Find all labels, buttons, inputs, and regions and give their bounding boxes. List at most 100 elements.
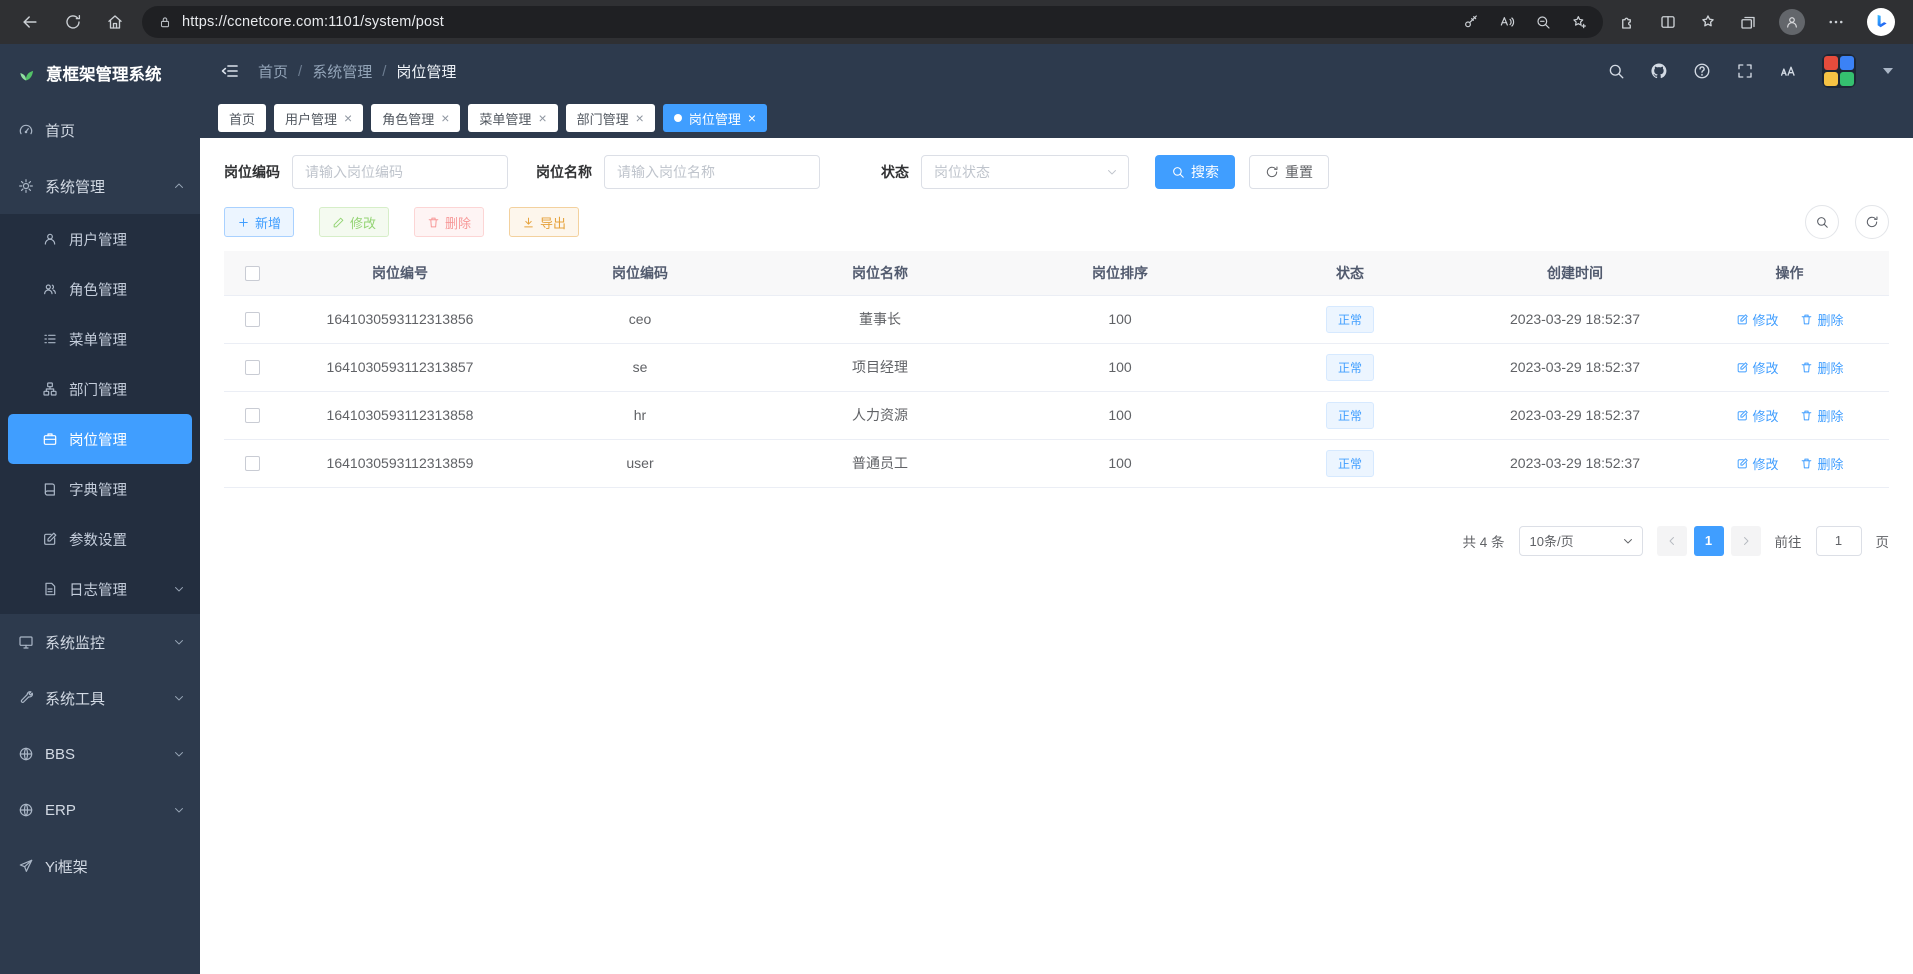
sidebar-item-param-settings[interactable]: 参数设置: [0, 514, 200, 564]
sidebar-item-user-management[interactable]: 用户管理: [0, 214, 200, 264]
delete-button[interactable]: 删除: [414, 207, 484, 237]
page-number-button[interactable]: 1: [1694, 526, 1724, 556]
row-edit-label: 修改: [1753, 310, 1779, 329]
row-delete-link[interactable]: 删除: [1800, 358, 1843, 377]
row-delete-label: 删除: [1817, 358, 1843, 377]
row-delete-link[interactable]: 删除: [1800, 406, 1843, 425]
home-icon[interactable]: [106, 13, 124, 31]
status-badge: 正常: [1326, 306, 1374, 333]
tab-home[interactable]: 首页: [218, 104, 266, 132]
row-delete-label: 删除: [1817, 454, 1843, 473]
close-icon[interactable]: ×: [748, 111, 756, 125]
sidebar-item-dept-management[interactable]: 部门管理: [0, 364, 200, 414]
row-checkbox[interactable]: [245, 408, 260, 423]
column-post-name: 岗位名称: [760, 251, 1000, 295]
split-screen-icon[interactable]: [1659, 13, 1677, 31]
bing-copilot-icon[interactable]: [1867, 8, 1895, 36]
sidebar-item-yi-framework[interactable]: Yi框架: [0, 838, 200, 894]
tab-role-management[interactable]: 角色管理×: [371, 104, 460, 132]
reset-button[interactable]: 重置: [1249, 155, 1329, 189]
read-aloud-icon[interactable]: [1499, 14, 1515, 30]
column-post-id: 岗位编号: [280, 251, 520, 295]
chevron-down-icon: [1622, 535, 1634, 547]
refresh-icon[interactable]: [64, 13, 82, 31]
post-name-input[interactable]: [604, 155, 820, 189]
breadcrumb-system[interactable]: 系统管理: [312, 61, 372, 82]
tab-user-management[interactable]: 用户管理×: [274, 104, 363, 132]
row-checkbox[interactable]: [245, 312, 260, 327]
sidebar-item-bbs[interactable]: BBS: [0, 726, 200, 782]
browser-profile-icon[interactable]: [1779, 9, 1805, 35]
address-bar[interactable]: https://ccnetcore.com:1101/system/post: [142, 6, 1603, 38]
row-checkbox[interactable]: [245, 360, 260, 375]
chevron-down-icon: [173, 636, 185, 648]
toggle-search-button[interactable]: [1805, 205, 1839, 239]
extensions-icon[interactable]: [1619, 13, 1637, 31]
tab-menu-management[interactable]: 菜单管理 ×: [468, 104, 557, 132]
url-text[interactable]: https://ccnetcore.com:1101/system/post: [182, 14, 1453, 30]
chevron-down-icon: [173, 583, 185, 595]
tab-post-management[interactable]: 岗位管理×: [663, 104, 767, 132]
sidebar-item-system-management[interactable]: 系统管理: [0, 158, 200, 214]
row-edit-link[interactable]: 修改: [1736, 454, 1779, 473]
goto-page-input[interactable]: [1816, 526, 1862, 556]
tab-label: 菜单管理: [479, 109, 531, 128]
avatar-caret-icon[interactable]: [1883, 68, 1893, 74]
font-size-icon[interactable]: [1779, 62, 1797, 80]
help-icon[interactable]: [1693, 62, 1711, 80]
header-search-icon[interactable]: [1607, 62, 1625, 80]
sidebar-item-erp[interactable]: ERP: [0, 782, 200, 838]
sidebar-item-label: 参数设置: [69, 529, 127, 550]
more-menu-icon[interactable]: [1827, 13, 1845, 31]
prev-page-button[interactable]: [1657, 526, 1687, 556]
close-icon[interactable]: ×: [538, 111, 546, 125]
favorite-add-icon[interactable]: [1571, 14, 1587, 30]
cell-created: 2023-03-29 18:52:37: [1460, 295, 1690, 343]
plus-icon: [237, 216, 250, 229]
user-avatar[interactable]: [1822, 54, 1856, 88]
tab-dept-management[interactable]: 部门管理×: [566, 104, 655, 132]
sidebar-item-system-tools[interactable]: 系统工具: [0, 670, 200, 726]
select-all-checkbox[interactable]: [245, 266, 260, 281]
status-select[interactable]: 岗位状态: [921, 155, 1129, 189]
page-size-select[interactable]: 10条/页: [1519, 526, 1643, 556]
zoom-icon[interactable]: [1535, 14, 1551, 30]
close-icon[interactable]: ×: [441, 111, 449, 125]
password-key-icon[interactable]: [1463, 14, 1479, 30]
breadcrumb-home[interactable]: 首页: [258, 61, 288, 82]
collections-icon[interactable]: [1739, 13, 1757, 31]
edit-button[interactable]: 修改: [319, 207, 389, 237]
page-content: 岗位编码 岗位名称 状态 岗位状态 搜索 重置: [200, 138, 1913, 974]
row-edit-link[interactable]: 修改: [1736, 310, 1779, 329]
row-edit-link[interactable]: 修改: [1736, 406, 1779, 425]
sidebar-item-log-management[interactable]: 日志管理: [0, 564, 200, 614]
close-icon[interactable]: ×: [636, 111, 644, 125]
close-icon[interactable]: ×: [344, 111, 352, 125]
row-delete-link[interactable]: 删除: [1800, 310, 1843, 329]
sidebar-item-home[interactable]: 首页: [0, 102, 200, 158]
sidebar-item-post-management[interactable]: 岗位管理: [8, 414, 192, 464]
github-icon[interactable]: [1650, 62, 1668, 80]
breadcrumb: 首页 / 系统管理 / 岗位管理: [258, 61, 456, 82]
post-code-input[interactable]: [292, 155, 508, 189]
sidebar-item-role-management[interactable]: 角色管理: [0, 264, 200, 314]
next-page-button[interactable]: [1731, 526, 1761, 556]
sidebar-item-menu-management[interactable]: 菜单管理: [0, 314, 200, 364]
row-delete-link[interactable]: 删除: [1800, 454, 1843, 473]
row-edit-link[interactable]: 修改: [1736, 358, 1779, 377]
sidebar-item-label: 首页: [45, 120, 75, 141]
sidebar-fold-icon[interactable]: [220, 61, 240, 81]
avatar-tile-blue: [1840, 56, 1854, 70]
sidebar-item-dict-management[interactable]: 字典管理: [0, 464, 200, 514]
sidebar-item-system-monitor[interactable]: 系统监控: [0, 614, 200, 670]
table-toolbar: 新增 修改 删除 导出: [224, 205, 1889, 239]
export-button[interactable]: 导出: [509, 207, 579, 237]
add-button[interactable]: 新增: [224, 207, 294, 237]
fullscreen-icon[interactable]: [1736, 62, 1754, 80]
search-button[interactable]: 搜索: [1155, 155, 1235, 189]
row-checkbox[interactable]: [245, 456, 260, 471]
favorites-bar-icon[interactable]: [1699, 13, 1717, 31]
back-icon[interactable]: [20, 12, 40, 32]
edit-square-icon: [42, 531, 58, 547]
refresh-table-button[interactable]: [1855, 205, 1889, 239]
